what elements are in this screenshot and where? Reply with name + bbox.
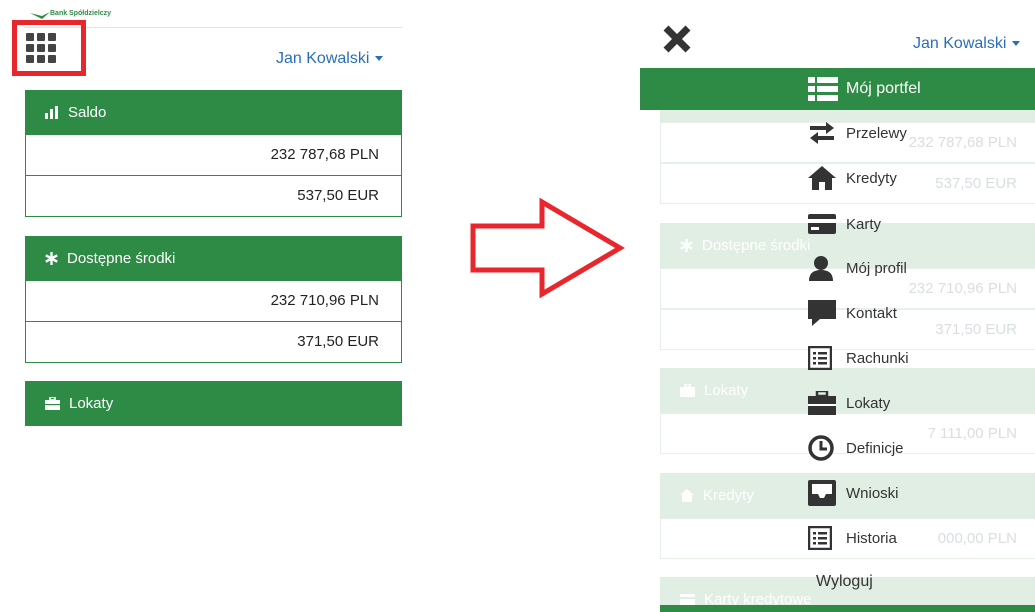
- close-icon[interactable]: [662, 24, 692, 54]
- saldo-row-pln: 232 787,68 PLN: [25, 135, 402, 176]
- panel-lokaty-header[interactable]: Lokaty: [25, 381, 402, 426]
- home-icon: [808, 165, 838, 191]
- briefcase-icon: [45, 397, 60, 410]
- transfer-icon: [808, 120, 838, 146]
- menu-item-moj-portfel[interactable]: Mój portfel: [808, 74, 921, 104]
- saldo-row-eur: 537,50 EUR: [25, 176, 402, 217]
- card-icon: [680, 593, 695, 606]
- menu-item-karty[interactable]: Karty: [808, 209, 881, 239]
- logo-text: Bank Spółdzielczy: [50, 10, 112, 17]
- menu-item-lokaty[interactable]: Lokaty: [808, 388, 890, 418]
- asterisk-icon: [45, 252, 58, 265]
- bar-chart-icon: [45, 106, 58, 119]
- panel-saldo-title: Saldo: [68, 104, 107, 121]
- inbox-icon: [808, 480, 838, 506]
- menu-item-label: Rachunki: [846, 349, 909, 367]
- bottom-bar: [660, 605, 1035, 612]
- list-icon: [808, 76, 838, 102]
- menu-item-label: Przelewy: [846, 124, 907, 142]
- comment-icon: [808, 300, 838, 326]
- panel-dostepne-title: Dostępne środki: [67, 250, 176, 267]
- right-arrow-icon: [470, 198, 625, 298]
- user-name: Jan Kowalski: [276, 50, 370, 67]
- menu-item-label: Wnioski: [846, 484, 899, 502]
- menu-item-label: Definicje: [846, 439, 904, 457]
- user-menu-right[interactable]: Jan Kowalski: [913, 35, 1021, 53]
- user-name-right: Jan Kowalski: [913, 35, 1007, 52]
- menu-item-label: Kontakt: [846, 304, 897, 322]
- clock-icon: [808, 435, 838, 461]
- list-alt-icon: [808, 345, 838, 371]
- briefcase-icon: [680, 384, 695, 397]
- bg-lokaty-title: Lokaty: [704, 382, 749, 399]
- menu-item-label: Kredyty: [846, 169, 897, 187]
- panel-dostepne-header: Dostępne środki: [25, 236, 402, 281]
- menu-item-label: Mój portfel: [846, 80, 921, 97]
- menu-item-label: Lokaty: [846, 394, 891, 412]
- caret-down-icon: [375, 56, 384, 62]
- card-icon: [808, 211, 838, 237]
- asterisk-icon: [680, 239, 693, 252]
- menu-item-wnioski[interactable]: Wnioski: [808, 478, 899, 508]
- caret-down-icon: [1012, 41, 1021, 47]
- logo-swoosh-icon: [30, 12, 50, 19]
- menu-item-kredyty[interactable]: Kredyty: [808, 163, 897, 193]
- menu-item-przelewy[interactable]: Przelewy: [808, 118, 907, 148]
- dostepne-row-pln: 232 710,96 PLN: [25, 281, 402, 322]
- right-screen: Jan Kowalski 232 787,68 PLN 537,50 EUR D…: [640, 0, 1035, 612]
- bg-dostepne-title: Dostępne środki: [702, 237, 811, 254]
- menu-item-moj-profil[interactable]: Mój profil: [808, 253, 907, 283]
- menu-item-rachunki[interactable]: Rachunki: [808, 343, 909, 373]
- home-icon: [680, 489, 694, 502]
- logout-link[interactable]: Wyloguj: [816, 573, 873, 591]
- menu-item-label: Historia: [846, 529, 897, 547]
- menu-item-historia[interactable]: Historia: [808, 523, 897, 553]
- user-menu[interactable]: Jan Kowalski: [276, 50, 384, 68]
- left-screen: Bank Spółdzielczy Jan Kowalski Saldo 232…: [0, 0, 412, 612]
- menu-item-label: Mój profil: [846, 259, 907, 277]
- menu-item-definicje[interactable]: Definicje: [808, 433, 904, 463]
- list-alt-icon: [808, 525, 838, 551]
- user-icon: [808, 255, 838, 281]
- menu-item-kontakt[interactable]: Kontakt: [808, 298, 897, 328]
- dostepne-row-eur: 371,50 EUR: [25, 322, 402, 363]
- bg-kredyty-title: Kredyty: [703, 487, 754, 504]
- menu-item-label: Karty: [846, 215, 882, 233]
- panel-lokaty-title: Lokaty: [69, 395, 114, 412]
- briefcase-icon: [808, 390, 838, 416]
- panel-saldo-header: Saldo: [25, 90, 402, 135]
- highlight-box: [12, 20, 86, 76]
